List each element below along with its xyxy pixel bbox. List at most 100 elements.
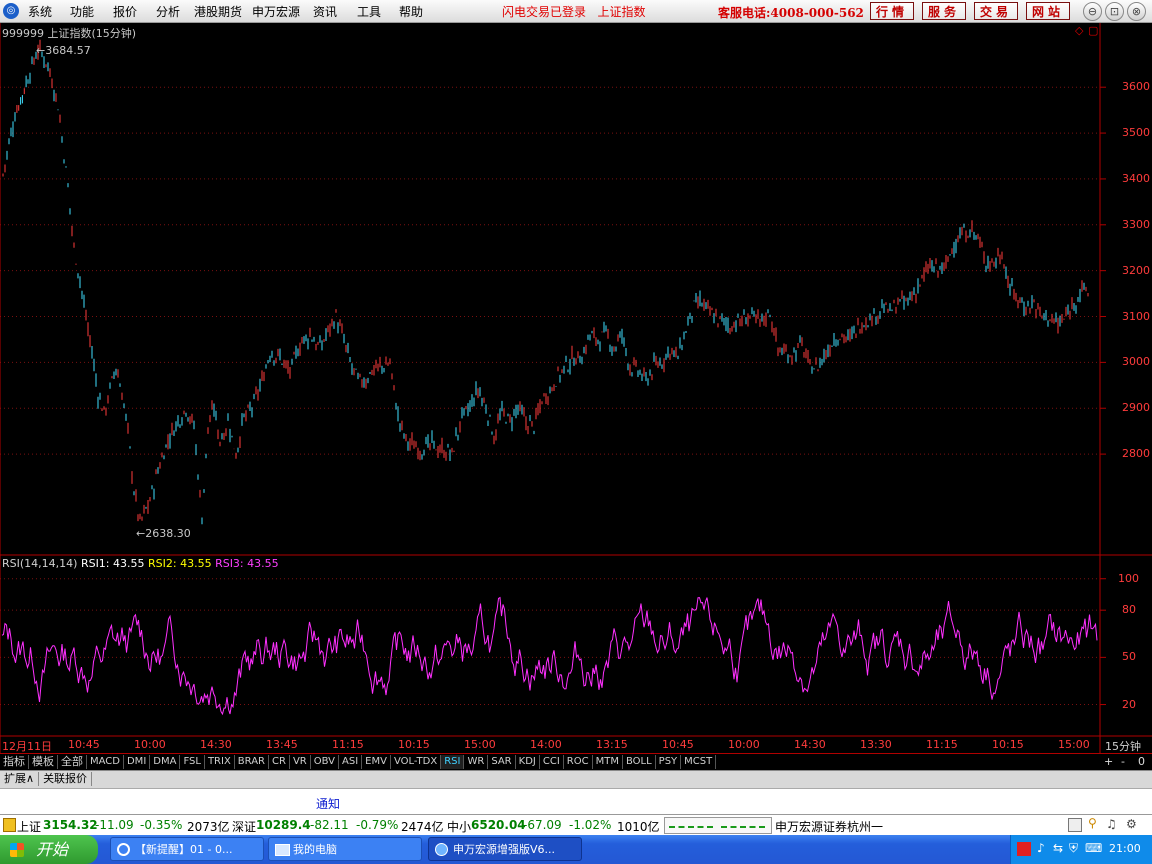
tab-expand[interactable]: 扩展∧ xyxy=(0,772,40,786)
network-icon[interactable]: ⇆ xyxy=(1053,841,1063,855)
sz-index-pct: -0.79% xyxy=(356,818,399,832)
menu-bar: ◎ 系统 功能 报价 分析 港股期货 申万宏源 资讯 工具 帮助 闪电交易已登录… xyxy=(0,0,1152,23)
menu-swhy[interactable]: 申万宏源 xyxy=(252,3,300,20)
rsi-axis-tick: 80 xyxy=(1122,603,1136,617)
website-button[interactable]: 网站 xyxy=(1026,2,1070,20)
close-button[interactable]: ⊗ xyxy=(1127,2,1146,21)
taskbar-item-swhy[interactable]: 申万宏源增强版V6... xyxy=(428,837,582,861)
bell-icon[interactable]: ♫ xyxy=(1106,817,1117,831)
tab-asi[interactable]: ASI xyxy=(339,755,363,769)
tab-related-quotes[interactable]: 关联报价 xyxy=(39,772,93,786)
tab-vr[interactable]: VR xyxy=(290,755,311,769)
kline-chart[interactable] xyxy=(0,23,1152,753)
tab-boll[interactable]: BOLL xyxy=(623,755,656,769)
tab-brar[interactable]: BRAR xyxy=(235,755,269,769)
square-icon[interactable] xyxy=(1068,818,1082,832)
sz-index-value: 10289.4 xyxy=(256,818,311,832)
tab-cci[interactable]: CCI xyxy=(540,755,564,769)
menu-help[interactable]: 帮助 xyxy=(399,3,423,20)
taskbar-item-notice[interactable]: 【新提醒】01 - 0... xyxy=(110,837,264,861)
rsi-label: RSI(14,14,14) xyxy=(2,557,78,570)
settings-icon[interactable]: ⚙ xyxy=(1126,817,1137,831)
menu-quote[interactable]: 报价 xyxy=(113,3,137,20)
tray-app-icon[interactable] xyxy=(1017,842,1031,856)
indicator-tabs: 指标 模板 全部 MACD DMI DMA FSL TRIX BRAR CR V… xyxy=(0,754,717,770)
sme-index-change: -67.09 xyxy=(523,818,562,832)
service-button[interactable]: 服务 xyxy=(922,2,966,20)
time-tick: 15:00 xyxy=(1058,738,1090,751)
lock-icon[interactable] xyxy=(3,818,16,832)
tab-obv[interactable]: OBV xyxy=(311,755,339,769)
trade-button[interactable]: 交易 xyxy=(974,2,1018,20)
taskbar-item-label: 申万宏源增强版V6... xyxy=(453,843,556,856)
service-hotline: 客服电话:4008-000-562 xyxy=(718,6,864,20)
tab-dmi[interactable]: DMI xyxy=(124,755,151,769)
sme-index-amount: 1010亿 xyxy=(617,820,660,834)
antenna-icon[interactable]: ⚲ xyxy=(1088,816,1097,830)
time-tick: 13:45 xyxy=(266,738,298,751)
menu-system[interactable]: 系统 xyxy=(28,3,52,20)
tab-sar[interactable]: SAR xyxy=(488,755,516,769)
window-icon[interactable]: ▢ xyxy=(1088,24,1098,37)
sme-index-name: 中小 xyxy=(447,820,472,834)
tab-vol-tdx[interactable]: VOL-TDX xyxy=(391,755,442,769)
price-axis-tick: 2800 xyxy=(1122,447,1150,461)
rsi-axis-tick: 50 xyxy=(1122,650,1136,664)
time-tick: 10:00 xyxy=(134,738,166,751)
tab-wr[interactable]: WR xyxy=(464,755,489,769)
price-axis-tick: 3600 xyxy=(1122,80,1150,94)
period-selector[interactable]: 15分钟 xyxy=(1105,738,1141,754)
swhy-app-icon xyxy=(435,843,448,856)
tab-emv[interactable]: EMV xyxy=(362,755,391,769)
sh-index-amount: 2073亿 xyxy=(187,820,230,834)
time-tick: 13:30 xyxy=(860,738,892,751)
price-axis-tick: 3200 xyxy=(1122,263,1150,277)
tab-kdj[interactable]: KDJ xyxy=(516,755,540,769)
volume-icon[interactable]: ♪ xyxy=(1037,841,1045,855)
minimize-button[interactable]: ⊖ xyxy=(1083,2,1102,21)
menu-tools[interactable]: 工具 xyxy=(357,3,381,20)
app-logo-icon[interactable]: ◎ xyxy=(3,3,19,19)
low-marker: ←2638.30 xyxy=(136,527,191,540)
keyboard-icon[interactable]: ⌨ xyxy=(1085,841,1102,855)
rsi-line xyxy=(1,596,1098,716)
time-tick: 12月11日 xyxy=(2,740,52,753)
tab-template[interactable]: 模板 xyxy=(29,755,58,769)
time-tick: 10:15 xyxy=(992,738,1024,751)
windows-logo-icon xyxy=(10,843,24,857)
menu-function[interactable]: 功能 xyxy=(70,3,94,20)
rsi2-value: RSI2: 43.55 xyxy=(148,557,212,570)
menu-analysis[interactable]: 分析 xyxy=(156,3,180,20)
quotes-button[interactable]: 行情 xyxy=(870,2,914,20)
tab-fsl[interactable]: FSL xyxy=(180,755,205,769)
diamond-icon[interactable]: ◇ xyxy=(1075,24,1083,37)
sme-index-pct: -1.02% xyxy=(569,818,612,832)
menu-info[interactable]: 资讯 xyxy=(313,3,337,20)
tab-mcst[interactable]: MCST xyxy=(681,755,717,769)
restore-button[interactable]: ⊡ xyxy=(1105,2,1124,21)
tab-mtm[interactable]: MTM xyxy=(593,755,623,769)
notice-link[interactable]: 通知 xyxy=(316,795,340,812)
price-axis-tick: 3300 xyxy=(1122,217,1150,231)
zoom-out-button[interactable]: - xyxy=(1121,755,1125,768)
menu-hk-futures[interactable]: 港股期货 xyxy=(194,3,242,20)
reset-button[interactable]: 0 xyxy=(1138,755,1145,768)
security-icon[interactable]: ⛨ xyxy=(1069,841,1078,856)
windows-taskbar: 开始 【新提醒】01 - 0... 我的电脑 申万宏源增强版V6... ♪ ⇆ … xyxy=(0,835,1152,864)
tab-cr[interactable]: CR xyxy=(269,755,290,769)
indicator-tab-bar: 指标 模板 全部 MACD DMI DMA FSL TRIX BRAR CR V… xyxy=(0,753,1152,771)
tab-rsi[interactable]: RSI xyxy=(441,755,465,769)
tab-dma[interactable]: DMA xyxy=(150,755,181,769)
zoom-in-button[interactable]: + xyxy=(1104,755,1113,768)
taskbar-item-my-computer[interactable]: 我的电脑 xyxy=(268,837,422,861)
tab-psy[interactable]: PSY xyxy=(656,755,682,769)
tab-indicator[interactable]: 指标 xyxy=(0,755,29,769)
time-tick: 14:00 xyxy=(530,738,562,751)
tab-all[interactable]: 全部 xyxy=(58,755,87,769)
sh-index-value: 3154.32 xyxy=(43,818,98,832)
tab-macd[interactable]: MACD xyxy=(87,755,124,769)
tab-roc[interactable]: ROC xyxy=(564,755,593,769)
price-axis-tick: 3000 xyxy=(1122,355,1150,369)
tab-trix[interactable]: TRIX xyxy=(205,755,235,769)
start-button[interactable]: 开始 xyxy=(0,835,98,864)
